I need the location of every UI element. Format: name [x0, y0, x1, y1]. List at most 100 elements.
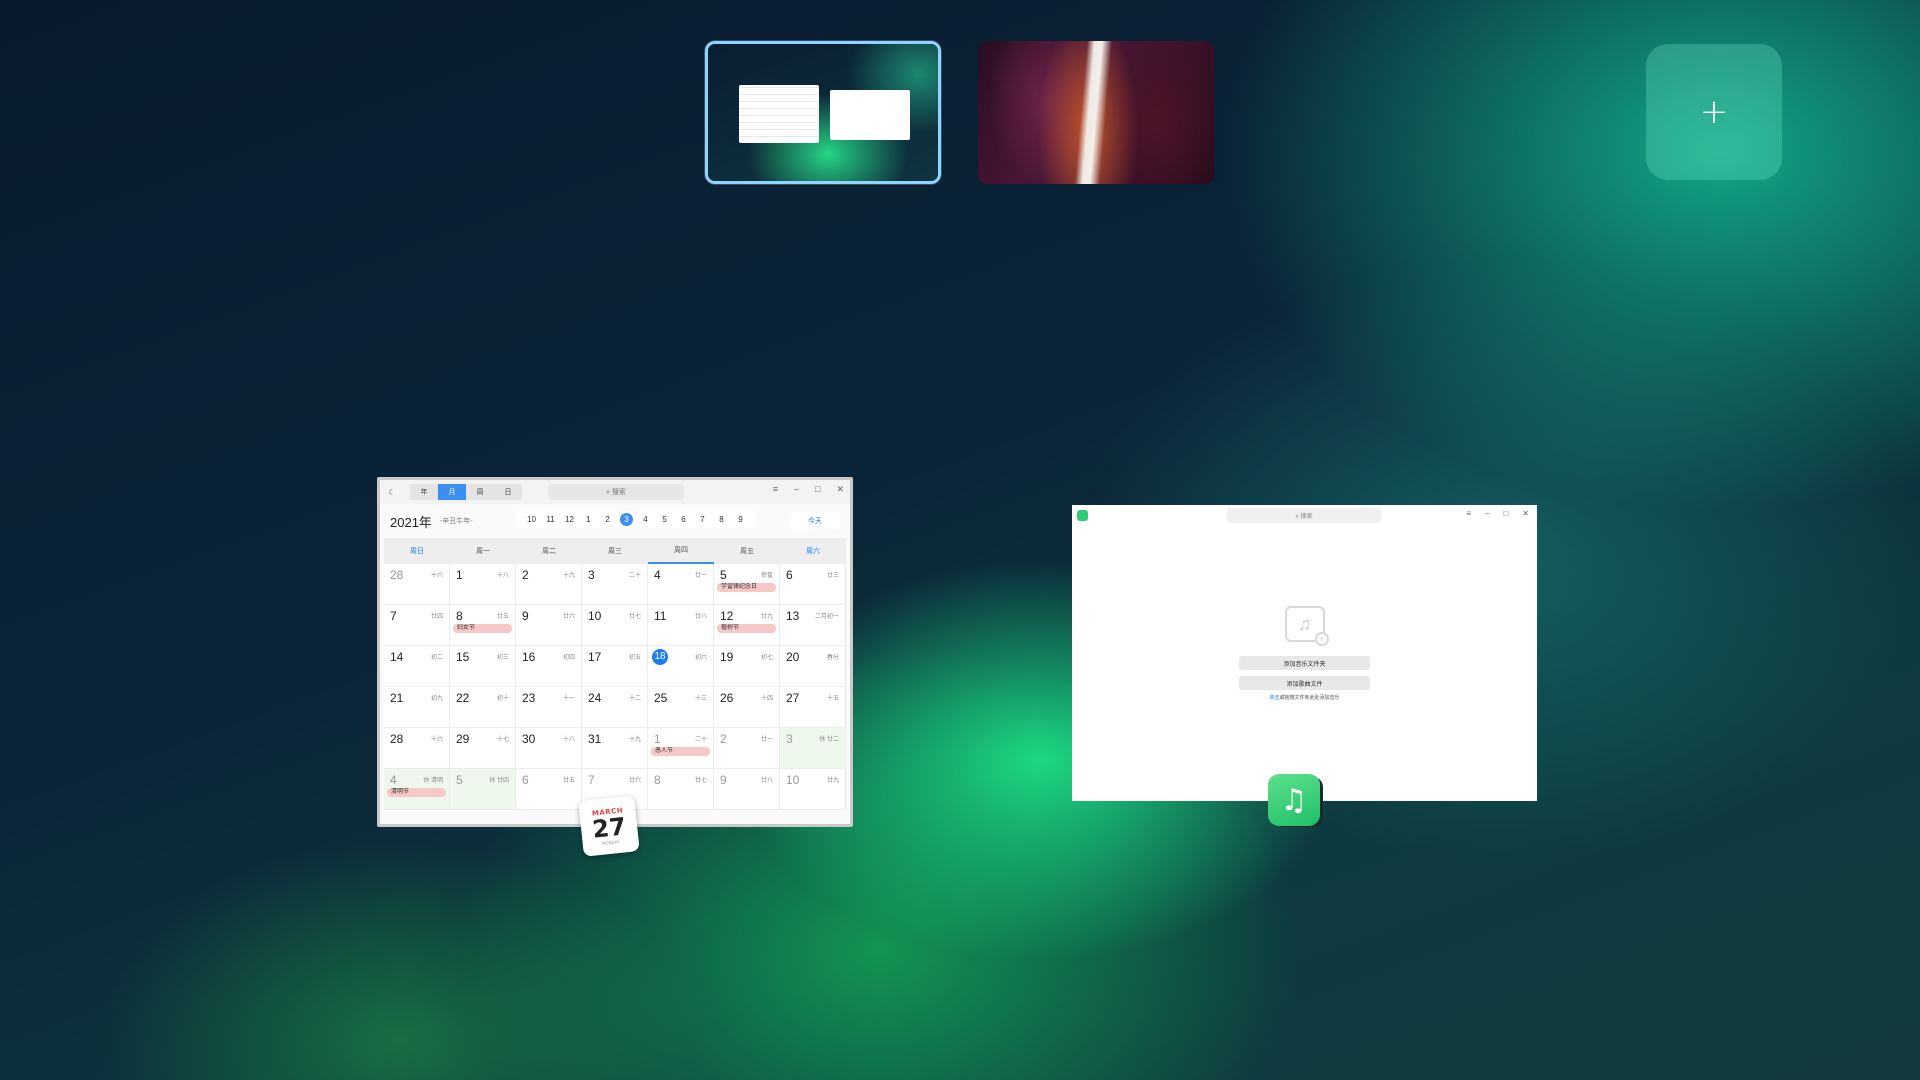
day-cell[interactable]: 3 二十	[582, 564, 648, 605]
day-cell[interactable]: 13 二月初一	[780, 605, 846, 646]
day-cell[interactable]: 25 十三	[648, 687, 714, 728]
lunar-day: 初七	[760, 655, 773, 661]
day-cell[interactable]: 2 十九	[516, 564, 582, 605]
month-item[interactable]: 12	[560, 515, 579, 524]
month-item[interactable]: 3	[620, 513, 633, 526]
day-cell[interactable]: 4 休 清明 清明节	[384, 769, 450, 810]
hint-link[interactable]: 单击	[1269, 695, 1279, 701]
day-cell[interactable]: 14 初二	[384, 646, 450, 687]
day-cell[interactable]: 10 廿七	[582, 605, 648, 646]
minimize-icon[interactable]: –	[794, 484, 799, 495]
view-tab[interactable]: 周	[466, 484, 494, 500]
view-tab[interactable]: 年	[410, 484, 438, 500]
day-cell[interactable]: 30 十八	[516, 728, 582, 769]
menu-icon[interactable]: ≡	[773, 484, 778, 495]
day-cell[interactable]: 18 初六	[648, 646, 714, 687]
event-chip[interactable]: 植树节	[717, 624, 776, 633]
day-cell[interactable]: 6 廿三	[780, 564, 846, 605]
day-cell[interactable]: 3 休 廿二	[780, 728, 846, 769]
day-number: 5	[720, 568, 727, 582]
month-strip: 10 11 12 1 2 3 4 5 6 7 8 9	[516, 511, 756, 528]
lunar-day: 休 廿四	[489, 778, 509, 784]
maximize-icon[interactable]: □	[815, 484, 820, 495]
music-window[interactable]: ⌕ 搜索 ≡ – □ ✕ ♫ + 添加音乐文件夹 添加歌曲文件 单击或拖拽文件到…	[1072, 505, 1537, 801]
lunar-day: 十九	[562, 573, 575, 579]
month-item[interactable]: 9	[731, 515, 750, 524]
add-music-folder-button[interactable]: 添加音乐文件夹	[1239, 656, 1370, 670]
day-cell[interactable]: 29 十七	[450, 728, 516, 769]
lunar-day: 惊蛰	[760, 573, 773, 579]
month-item[interactable]: 10	[522, 515, 541, 524]
music-app-icon[interactable]: ♫	[1268, 774, 1320, 826]
weekday-label: 周二	[542, 548, 556, 555]
today-button[interactable]: 今天	[790, 512, 840, 529]
event-chip[interactable]: 愚人节	[651, 747, 710, 756]
calendar-search-input[interactable]: ⌕ 搜索	[548, 484, 684, 500]
day-cell[interactable]: 1 十八	[450, 564, 516, 605]
menu-icon[interactable]: ≡	[1466, 509, 1471, 518]
day-cell[interactable]: 19 初七	[714, 646, 780, 687]
lunar-day: 廿一	[760, 737, 773, 743]
lunar-day: 二十	[694, 737, 707, 743]
day-cell[interactable]: 20 春分	[780, 646, 846, 687]
calendar-app-icon[interactable]: MARCH 27 MONDAY	[578, 795, 640, 857]
day-cell[interactable]: 26 十四	[714, 687, 780, 728]
day-cell[interactable]: 24 十二	[582, 687, 648, 728]
day-cell[interactable]: 5 惊蛰学雷锋纪念日	[714, 564, 780, 605]
day-cell[interactable]: 16 初四	[516, 646, 582, 687]
music-search-input[interactable]: ⌕ 搜索	[1227, 508, 1381, 523]
day-cell[interactable]: 28 十六	[384, 728, 450, 769]
lunar-day: 初五	[628, 655, 641, 661]
view-tab[interactable]: 月	[438, 484, 466, 500]
day-cell[interactable]: 27 十五	[780, 687, 846, 728]
add-music-files-button[interactable]: 添加歌曲文件	[1239, 676, 1370, 690]
day-cell[interactable]: 17 初五	[582, 646, 648, 687]
day-cell[interactable]: 11 廿八	[648, 605, 714, 646]
day-cell[interactable]: 15 初三	[450, 646, 516, 687]
day-cell[interactable]: 21 初九	[384, 687, 450, 728]
music-hint: 单击或拖拽文件到此处添加音乐	[1269, 694, 1339, 701]
day-cell[interactable]: 10 廿九	[780, 769, 846, 810]
day-cell[interactable]: 22 初十	[450, 687, 516, 728]
month-item[interactable]: 7	[693, 515, 712, 524]
lunar-day: 初六	[694, 655, 707, 661]
day-cell[interactable]: 31 十九	[582, 728, 648, 769]
day-cell[interactable]: 5 休 廿四	[450, 769, 516, 810]
day-cell[interactable]: 8 廿五 妇女节	[450, 605, 516, 646]
view-tab[interactable]: 日	[494, 484, 522, 500]
close-icon[interactable]: ✕	[836, 484, 844, 495]
maximize-icon[interactable]: □	[1503, 509, 1508, 518]
calendar-window[interactable]: ☾ 年月周日 ⌕ 搜索 ≡ – □ ✕ 2021年 -辛丑牛年- 10 11 12 1…	[377, 477, 853, 827]
day-cell[interactable]: 1 二十 愚人节	[648, 728, 714, 769]
month-item[interactable]: 2	[598, 515, 617, 524]
lunar-day: 十一	[562, 696, 575, 702]
day-cell[interactable]: 9 廿八	[714, 769, 780, 810]
day-cell[interactable]: 6 廿五	[516, 769, 582, 810]
day-number: 9	[720, 773, 727, 787]
day-cell[interactable]: 9 廿六	[516, 605, 582, 646]
day-cell[interactable]: 2 廿一	[714, 728, 780, 769]
day-cell[interactable]: 4 廿一	[648, 564, 714, 605]
minimize-icon[interactable]: –	[1485, 509, 1489, 518]
day-cell[interactable]: 8 廿七	[648, 769, 714, 810]
day-cell[interactable]: 28 十六	[384, 564, 450, 605]
month-item[interactable]: 11	[541, 515, 560, 524]
event-chip[interactable]: 妇女节	[453, 624, 512, 633]
music-logo-icon	[1077, 510, 1088, 521]
workspace-thumbnail-2[interactable]	[978, 41, 1214, 184]
month-item[interactable]: 5	[655, 515, 674, 524]
day-cell[interactable]: 7 廿四	[384, 605, 450, 646]
workspace-thumbnail-1[interactable]	[705, 41, 941, 184]
month-item[interactable]: 8	[712, 515, 731, 524]
month-item[interactable]: 6	[674, 515, 693, 524]
weekday-header: 周日 周一 周二 周三 周四 周五 周六	[384, 538, 846, 564]
day-cell[interactable]: 12 廿九 植树节	[714, 605, 780, 646]
close-icon[interactable]: ✕	[1522, 509, 1529, 518]
month-item[interactable]: 1	[579, 515, 598, 524]
add-workspace-button[interactable]: +	[1646, 44, 1782, 180]
month-item[interactable]: 4	[636, 515, 655, 524]
event-chip[interactable]: 学雷锋纪念日	[717, 583, 776, 592]
day-cell[interactable]: 23 十一	[516, 687, 582, 728]
event-chip[interactable]: 清明节	[387, 788, 446, 797]
day-number: 4	[390, 773, 397, 787]
